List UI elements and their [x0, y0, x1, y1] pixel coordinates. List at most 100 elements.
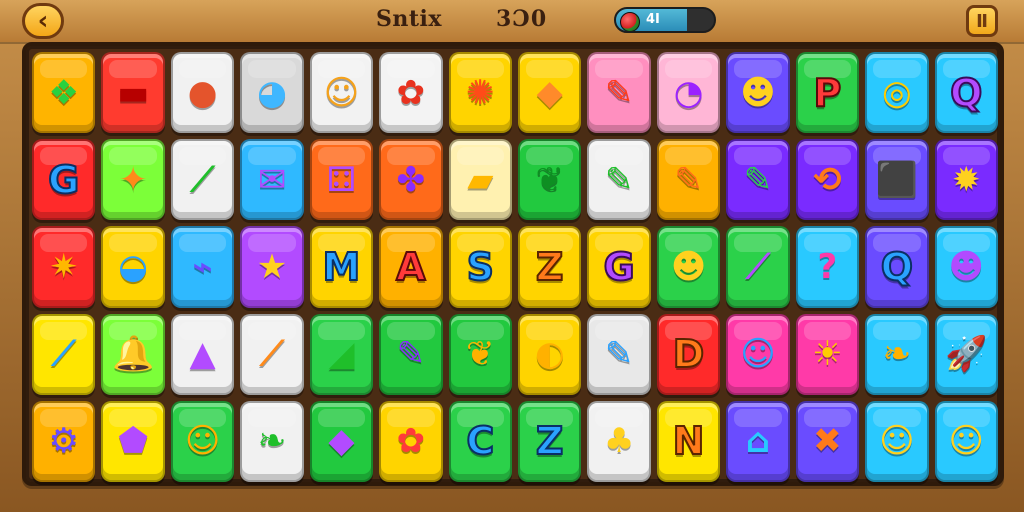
tile[interactable]: ★ — [240, 226, 304, 308]
tile[interactable]: ✎ — [656, 139, 721, 221]
blue-creature-icon: ☺ — [740, 334, 776, 375]
tile[interactable]: ☻ — [934, 226, 998, 308]
orange-fruit-icon: ✦ — [118, 159, 148, 200]
tile[interactable]: A — [379, 226, 443, 308]
tile[interactable]: ◕ — [240, 52, 304, 134]
tile[interactable]: ◢ — [309, 313, 374, 395]
pause-icon: Ⅱ — [976, 10, 988, 32]
tile[interactable]: 🚀 — [934, 313, 998, 395]
tile[interactable]: ❧ — [240, 400, 304, 482]
tile[interactable]: ● — [170, 52, 235, 134]
tile[interactable]: ▰ — [448, 139, 512, 221]
tile[interactable]: ✷ — [32, 226, 96, 308]
boomerang-icon: ⟲ — [813, 159, 842, 200]
tile[interactable]: ✤ — [379, 139, 443, 221]
green-leaf-icon: ❦ — [535, 159, 564, 200]
tile[interactable]: ⟋ — [240, 313, 304, 395]
purple-bear-icon: ☻ — [948, 246, 984, 287]
tile[interactable]: ◆ — [309, 400, 374, 482]
blue-marker-icon: ✎ — [604, 334, 634, 375]
tile[interactable]: ☺ — [865, 400, 929, 482]
letter-g2-icon: G — [603, 244, 636, 289]
tile[interactable]: ? — [795, 226, 860, 308]
tile[interactable]: C — [448, 400, 512, 482]
tile[interactable]: ✹ — [934, 139, 998, 221]
tile[interactable]: ◐ — [517, 313, 582, 395]
score-text: 3Ɔ0 — [496, 6, 548, 32]
bear-2-icon: ☺ — [879, 421, 915, 462]
tile[interactable]: Z — [517, 226, 582, 308]
tile[interactable]: ☻ — [656, 226, 721, 308]
tile[interactable]: ☺ — [934, 400, 998, 482]
tile[interactable]: ⟋ — [32, 313, 96, 395]
blue-bell-icon: ◒ — [118, 246, 148, 287]
tile[interactable]: ✎ — [587, 313, 651, 395]
tile[interactable]: ⌂ — [726, 400, 790, 482]
game-board: ❖ ▬ ● ◕ ☺ ✿ ✺ ◆ ✎ ◔ ☻ P ◎ Q G ✦ ⟋ ✉ ⚃ ✤ ▰ ❦ ✎ ✎ ✎ ⟲ ⬛ ✹ ✷ ◒ ⌁ ★ M A S Z G ☻ ⟋?… — [22, 42, 1004, 486]
tile[interactable]: ◒ — [101, 226, 165, 308]
top-bar: ‹ Sntix 3Ɔ0 4I Ⅱ — [0, 0, 1024, 45]
tile[interactable]: ✖ — [795, 400, 860, 482]
cake-icon: ◆ — [536, 72, 563, 113]
tile[interactable]: ◆ — [517, 52, 582, 134]
tile[interactable]: ✎ — [726, 139, 790, 221]
tile[interactable]: D — [656, 313, 721, 395]
tile[interactable]: ⟲ — [795, 139, 860, 221]
tile[interactable]: ◔ — [656, 52, 721, 134]
tile[interactable]: ✺ — [448, 52, 512, 134]
tile[interactable]: ✦ — [101, 139, 165, 221]
tile[interactable]: Z — [517, 400, 582, 482]
tile[interactable]: ☺ — [170, 400, 235, 482]
sun-icon: ✺ — [466, 72, 495, 113]
tile[interactable]: ✎ — [587, 52, 651, 134]
green-crayon-icon: ⟋ — [190, 159, 215, 200]
letter-s-icon: S — [466, 244, 495, 289]
tile[interactable]: ♣ — [587, 400, 651, 482]
tile[interactable]: ✿ — [379, 400, 443, 482]
tile[interactable]: Q — [934, 52, 998, 134]
letter-q-icon: Q — [949, 70, 983, 115]
tile[interactable]: ❧ — [865, 313, 929, 395]
sun-2-icon: ☀ — [812, 334, 843, 375]
tile[interactable]: N — [656, 400, 721, 482]
yellow-star-icon: ★ — [256, 246, 288, 287]
pause-button[interactable]: Ⅱ — [966, 5, 998, 37]
tile[interactable]: ☀ — [795, 313, 860, 395]
tile[interactable]: ⌁ — [170, 226, 235, 308]
blue-crayon-icon: ⟋ — [51, 334, 76, 375]
tile[interactable]: ▬ — [101, 52, 165, 134]
tile[interactable]: ✎ — [587, 139, 651, 221]
tile[interactable]: ⬟ — [101, 400, 165, 482]
tile-grid: ❖ ▬ ● ◕ ☺ ✿ ✺ ◆ ✎ ◔ ☻ P ◎ Q G ✦ ⟋ ✉ ⚃ ✤ ▰ ❦ ✎ ✎ ✎ ⟲ ⬛ ✹ ✷ ◒ ⌁ ★ M A S Z G ☻ ⟋?… — [32, 52, 998, 482]
tile[interactable]: G — [32, 139, 96, 221]
tile[interactable]: 🔔 — [101, 313, 165, 395]
tile[interactable]: ❦ — [517, 139, 582, 221]
tile[interactable]: G — [587, 226, 651, 308]
tile[interactable]: ▲ — [170, 313, 235, 395]
tile[interactable]: ☺ — [309, 52, 374, 134]
orange-pencil-icon: ✎ — [674, 159, 703, 200]
smiley-icon: ☻ — [740, 72, 776, 113]
yellow-face-icon: ☺ — [948, 421, 984, 462]
tile[interactable]: ☺ — [726, 313, 790, 395]
tile[interactable]: ⟋ — [170, 139, 235, 221]
tile[interactable]: ✎ — [379, 313, 443, 395]
tile[interactable]: ◎ — [865, 52, 929, 134]
red-flower-icon: ✿ — [396, 421, 426, 462]
tile[interactable]: ✿ — [379, 52, 443, 134]
tile[interactable]: ⚙ — [32, 400, 96, 482]
tile[interactable]: ⚃ — [309, 139, 374, 221]
blue-ball-icon: ◕ — [257, 72, 287, 113]
tile[interactable]: ❖ — [32, 52, 96, 134]
tile[interactable]: ❦ — [448, 313, 512, 395]
back-button[interactable]: ‹ — [3, 3, 173, 45]
tile[interactable]: P — [795, 52, 860, 134]
smiley-2-icon: ☻ — [670, 246, 707, 287]
tile[interactable]: S — [448, 226, 512, 308]
tile[interactable]: ✉ — [240, 139, 304, 221]
tile[interactable]: ☻ — [726, 52, 790, 134]
tile[interactable]: ⟋ — [726, 226, 790, 308]
tile[interactable]: ⬛ — [865, 139, 929, 221]
tile[interactable]: M — [309, 226, 374, 308]
tile[interactable]: Q — [865, 226, 929, 308]
